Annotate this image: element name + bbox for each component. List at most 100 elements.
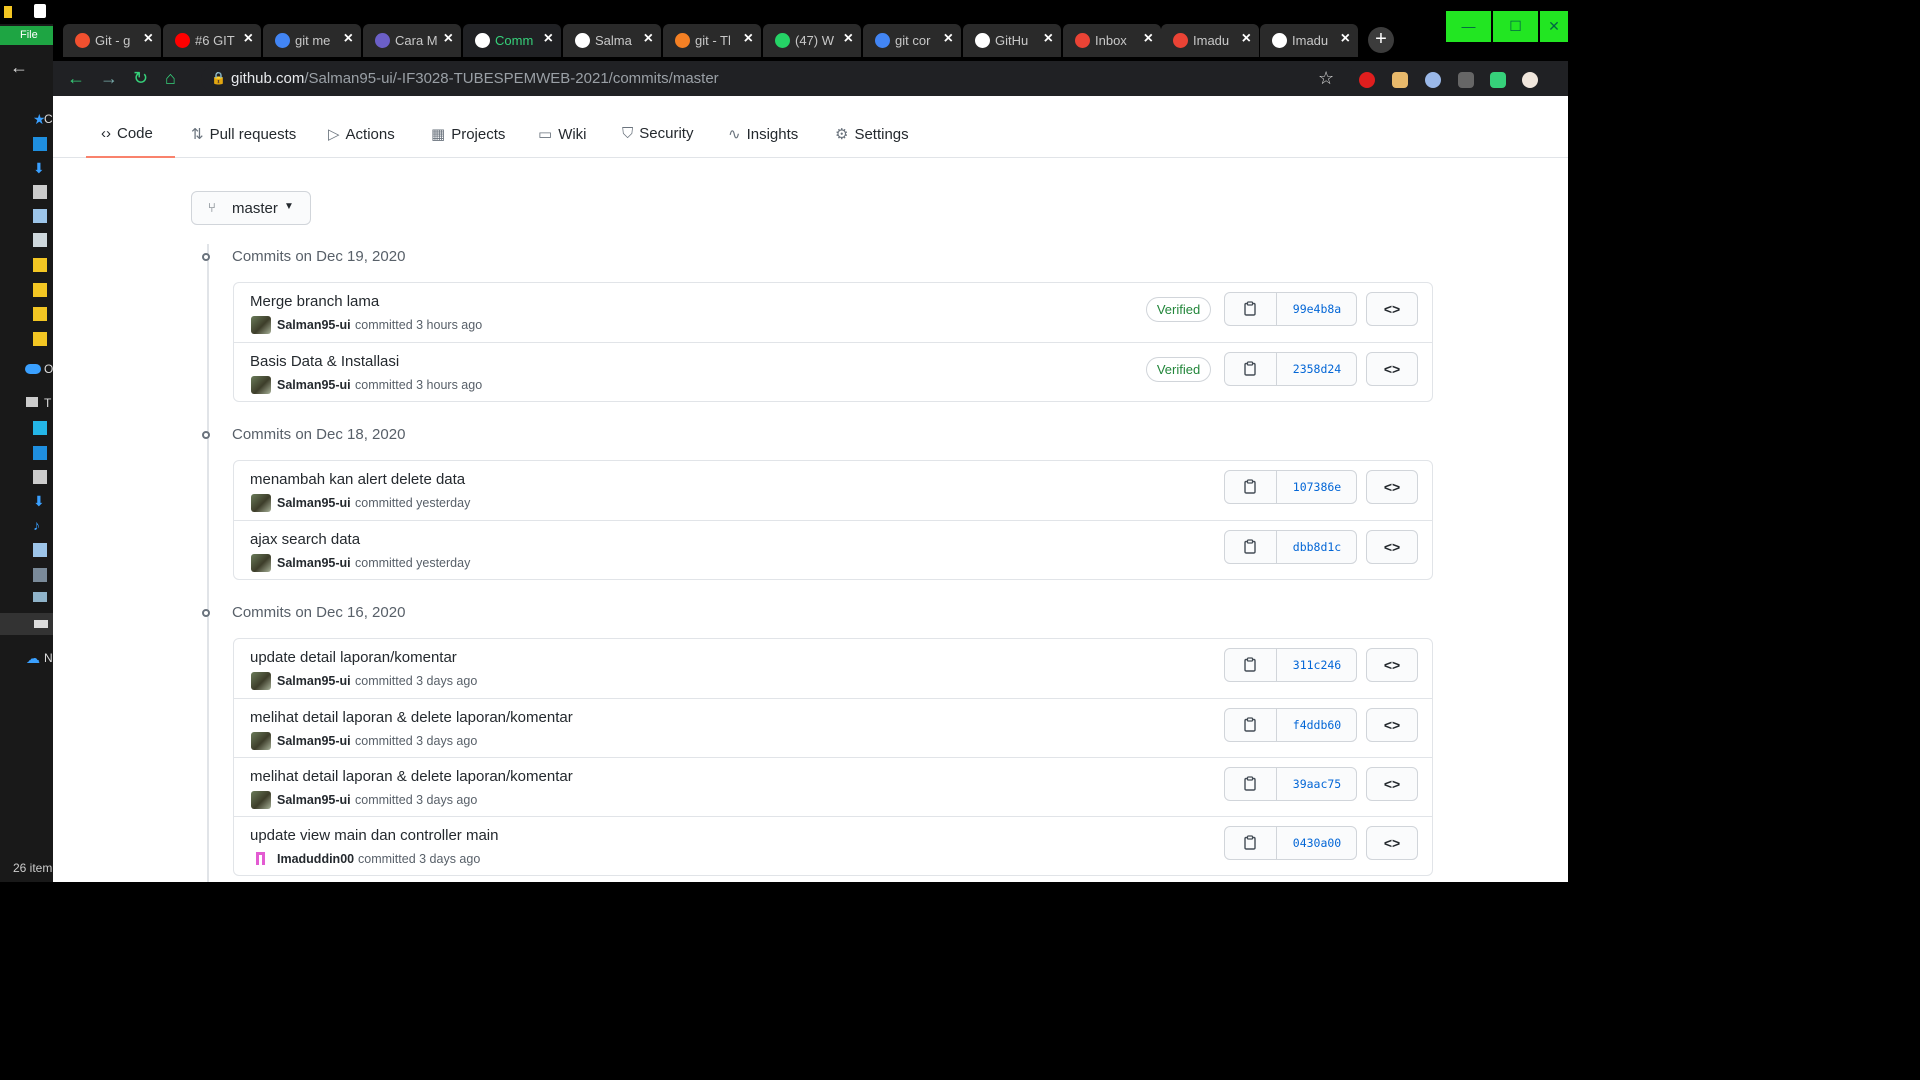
- close-tab-icon[interactable]: ×: [544, 30, 553, 48]
- browse-repo-code-icon[interactable]: <>: [1366, 352, 1418, 386]
- document-icon[interactable]: [33, 185, 47, 199]
- drive-icon[interactable]: [33, 592, 47, 602]
- clipboard-icon[interactable]: [1225, 768, 1277, 800]
- extension-icon[interactable]: [1359, 72, 1375, 88]
- close-window-button[interactable]: ✕: [1540, 11, 1568, 42]
- clipboard-icon[interactable]: [1225, 709, 1277, 741]
- tab-actions[interactable]: ▷ Actions: [328, 125, 395, 143]
- commit-sha-link[interactable]: 2358d24: [1277, 353, 1357, 385]
- extension-icon[interactable]: [1458, 72, 1474, 88]
- commit-message-link[interactable]: melihat detail laporan & delete laporan/…: [250, 709, 573, 726]
- download-icon[interactable]: ⬇: [33, 493, 47, 509]
- file-menu-tab[interactable]: File: [0, 26, 53, 45]
- close-tab-icon[interactable]: ×: [344, 30, 353, 48]
- minimize-button[interactable]: —: [1446, 11, 1491, 42]
- close-tab-icon[interactable]: ×: [844, 30, 853, 48]
- close-tab-icon[interactable]: ×: [444, 30, 453, 48]
- browser-tab[interactable]: Imadu ×: [1161, 24, 1259, 57]
- folder-icon[interactable]: [33, 307, 47, 321]
- recycle-icon[interactable]: [33, 233, 47, 247]
- document-icon[interactable]: [33, 470, 47, 484]
- browse-repo-code-icon[interactable]: <>: [1366, 648, 1418, 682]
- avatar[interactable]: [251, 376, 271, 394]
- extension-icon[interactable]: [1425, 72, 1441, 88]
- commit-sha-link[interactable]: dbb8d1c: [1277, 531, 1357, 563]
- browser-tab[interactable]: #6 GIT ×: [163, 24, 261, 57]
- address-bar[interactable]: 🔒 github.com/Salman95-ui/-IF3028-TUBESPE…: [201, 66, 1356, 92]
- 3d-objects-icon[interactable]: [33, 421, 47, 435]
- browser-tab[interactable]: GitHu ×: [963, 24, 1061, 57]
- onedrive-icon[interactable]: [25, 364, 41, 374]
- folder-icon[interactable]: [33, 332, 47, 346]
- browser-tab[interactable]: git cor ×: [863, 24, 961, 57]
- music-icon[interactable]: ♪: [33, 517, 47, 533]
- forward-arrow-icon[interactable]: →: [100, 68, 118, 89]
- clipboard-icon[interactable]: [1225, 827, 1277, 859]
- commit-message-link[interactable]: update view main dan controller main: [250, 827, 498, 844]
- folder-icon[interactable]: [33, 258, 47, 272]
- home-icon[interactable]: ⌂: [165, 68, 176, 89]
- this-pc-icon[interactable]: [26, 397, 38, 407]
- tab-pull-requests[interactable]: ⇅ Pull requests: [191, 125, 296, 143]
- commit-sha-link[interactable]: 39aac75: [1277, 768, 1357, 800]
- commit-author-link[interactable]: Salman95-ui: [277, 674, 351, 688]
- verified-badge[interactable]: Verified: [1146, 297, 1211, 322]
- tab-settings[interactable]: ⚙ Settings: [835, 125, 909, 143]
- new-tab-button[interactable]: +: [1368, 27, 1394, 53]
- avatar[interactable]: [251, 554, 271, 572]
- avatar[interactable]: [251, 850, 271, 868]
- pictures-icon[interactable]: [33, 209, 47, 223]
- clipboard-icon[interactable]: [1225, 471, 1277, 503]
- tab-projects[interactable]: ▦ Projects: [431, 125, 505, 143]
- close-tab-icon[interactable]: ×: [1341, 30, 1350, 48]
- extension-icon[interactable]: [1392, 72, 1408, 88]
- commit-sha-link[interactable]: 311c246: [1277, 649, 1357, 681]
- tab-security[interactable]: ⛉ Security: [622, 125, 693, 142]
- puzzle-icon[interactable]: [1490, 72, 1506, 88]
- commit-author-link[interactable]: Salman95-ui: [277, 734, 351, 748]
- videos-icon[interactable]: [33, 568, 47, 582]
- avatar[interactable]: [251, 316, 271, 334]
- clipboard-icon[interactable]: [1225, 531, 1277, 563]
- commit-message-link[interactable]: Basis Data & Installasi: [250, 353, 399, 370]
- commit-message-link[interactable]: melihat detail laporan & delete laporan/…: [250, 768, 573, 785]
- avatar[interactable]: [251, 494, 271, 512]
- network-icon[interactable]: ☁: [26, 650, 40, 666]
- close-tab-icon[interactable]: ×: [644, 30, 653, 48]
- commit-sha-link[interactable]: 107386e: [1277, 471, 1357, 503]
- browse-repo-code-icon[interactable]: <>: [1366, 470, 1418, 504]
- close-tab-icon[interactable]: ×: [744, 30, 753, 48]
- browser-tab[interactable]: Inbox ×: [1063, 24, 1161, 57]
- browser-tab[interactable]: (47) W ×: [763, 24, 861, 57]
- commit-sha-link[interactable]: 0430a00: [1277, 827, 1357, 859]
- browse-repo-code-icon[interactable]: <>: [1366, 767, 1418, 801]
- desktop-icon[interactable]: [33, 446, 47, 460]
- browser-tab[interactable]: git me ×: [263, 24, 361, 57]
- pictures-icon[interactable]: [33, 543, 47, 557]
- url-text[interactable]: github.com/Salman95-ui/-IF3028-TUBESPEMW…: [231, 70, 719, 87]
- close-tab-icon[interactable]: ×: [944, 30, 953, 48]
- commit-author-link[interactable]: Salman95-ui: [277, 793, 351, 807]
- browser-tab[interactable]: Comm ×: [463, 24, 561, 57]
- commit-message-link[interactable]: ajax search data: [250, 531, 360, 548]
- close-tab-icon[interactable]: ×: [1144, 30, 1153, 48]
- browser-tab[interactable]: git - Tl ×: [663, 24, 761, 57]
- browse-repo-code-icon[interactable]: <>: [1366, 826, 1418, 860]
- commit-sha-link[interactable]: 99e4b8a: [1277, 293, 1357, 325]
- selected-drive-row[interactable]: [0, 613, 53, 635]
- branch-select-button[interactable]: ⑂ master ▼: [191, 191, 311, 225]
- browse-repo-code-icon[interactable]: <>: [1366, 708, 1418, 742]
- avatar[interactable]: [251, 672, 271, 690]
- bookmark-star-icon[interactable]: ☆: [1318, 68, 1334, 89]
- clipboard-icon[interactable]: [1225, 293, 1277, 325]
- commit-message-link[interactable]: update detail laporan/komentar: [250, 649, 457, 666]
- browse-repo-code-icon[interactable]: <>: [1366, 530, 1418, 564]
- commit-message-link[interactable]: Merge branch lama: [250, 293, 379, 310]
- avatar[interactable]: [251, 732, 271, 750]
- tab-wiki[interactable]: ▭ Wiki: [538, 125, 587, 143]
- tab-code[interactable]: ‹› Code: [101, 125, 153, 142]
- commit-author-link[interactable]: Salman95-ui: [277, 556, 351, 570]
- back-arrow-icon[interactable]: ←: [67, 68, 85, 89]
- close-tab-icon[interactable]: ×: [144, 30, 153, 48]
- back-arrow-icon[interactable]: ←: [10, 57, 28, 78]
